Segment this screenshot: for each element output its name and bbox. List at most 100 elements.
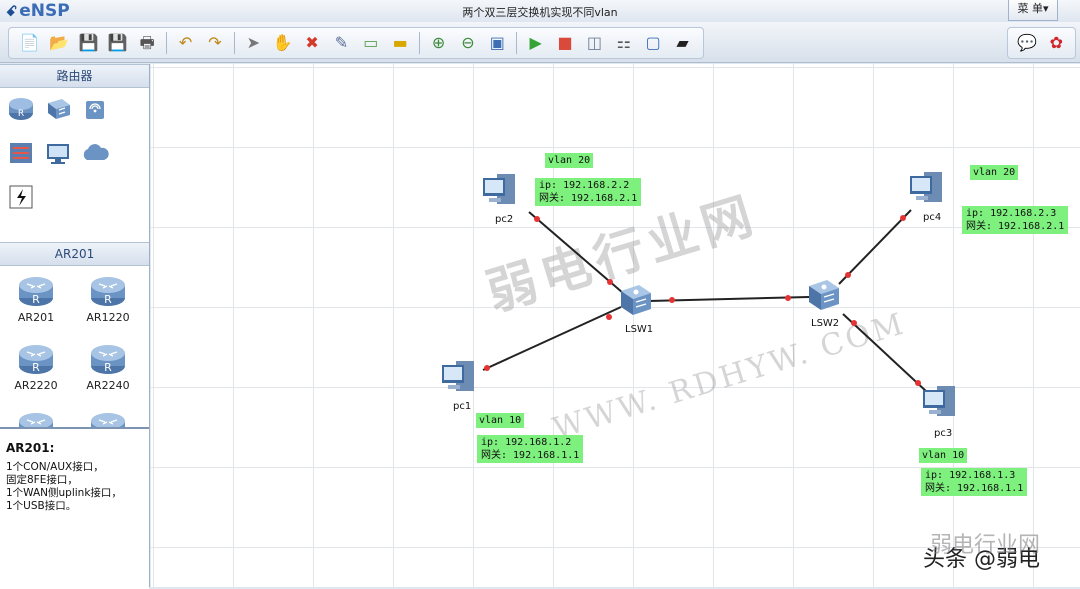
port-dot xyxy=(785,295,791,301)
save-as-icon[interactable]: 💾 xyxy=(106,31,130,55)
connection-category-icon[interactable] xyxy=(6,182,36,212)
pc2-icon[interactable] xyxy=(481,172,525,212)
router-category-icon[interactable]: R xyxy=(6,94,36,124)
port-dot xyxy=(484,365,490,371)
device-label: AR201 xyxy=(17,311,55,324)
stop-icon[interactable]: ■ xyxy=(553,31,577,55)
open-icon[interactable]: 📂 xyxy=(47,31,71,55)
panel-icon[interactable]: ▢ xyxy=(641,31,665,55)
toolbar-separator xyxy=(418,32,420,54)
link-pc1-lsw1[interactable] xyxy=(482,306,622,371)
lsw2-icon[interactable] xyxy=(806,277,842,313)
pc2-ip-text: ip: 192.168.2.2 xyxy=(539,180,630,191)
pc4-label: pc4 xyxy=(923,212,942,223)
undo-icon[interactable]: ↶ xyxy=(174,31,198,55)
firewall-category-icon[interactable] xyxy=(6,138,36,168)
start-icon[interactable]: ▶ xyxy=(524,31,548,55)
fit-icon[interactable]: ▣ xyxy=(485,31,509,55)
device-description: AR201: 1个CON/AUX接口， 固定8FE接口， 1个WAN侧uplin… xyxy=(0,427,149,589)
port-dot xyxy=(607,279,613,285)
device-item[interactable]: R AR2240 xyxy=(72,338,144,406)
toolbar-separator xyxy=(165,32,167,54)
select-icon[interactable]: ➤ xyxy=(241,31,265,55)
port-dot xyxy=(845,272,851,278)
router-icon: R xyxy=(19,277,53,306)
pc2-vlan-tag[interactable]: vlan 20 xyxy=(545,153,594,168)
topology-links xyxy=(482,209,928,393)
toolbar-main-group: 📄 📂 💾 💾 🖶 ↶ ↷ ➤ ✋ ✖ ✎ ▭ ▬ ⊕ ⊖ ▣ ▶ ■ ◫ ⚏ ▢ ▰ xyxy=(8,27,705,59)
router-icon: R xyxy=(91,345,125,374)
pc1-address-tag[interactable]: ip: 192.168.1.2 网关: 192.168.1.1 xyxy=(477,435,584,463)
description-line: 1个USB接口。 xyxy=(6,500,77,512)
lsw2-label: LSW2 xyxy=(811,318,840,329)
capture-icon[interactable]: ◫ xyxy=(582,31,606,55)
pc4-address-tag[interactable]: ip: 192.168.2.3 网关: 192.168.2.1 xyxy=(962,206,1069,234)
pc1-vlan-tag[interactable]: vlan 10 xyxy=(476,413,525,428)
pc4-vlan-tag[interactable]: vlan 20 xyxy=(970,165,1019,180)
pc1-gateway-text: 网关: 192.168.1.1 xyxy=(481,450,580,461)
svg-text:R: R xyxy=(17,109,23,119)
toolbar-separator xyxy=(516,32,517,54)
pc3-ip-text: ip: 192.168.1.3 xyxy=(925,470,1016,481)
pc4-gateway-text: 网关: 192.168.2.1 xyxy=(966,221,1065,232)
lsw1-icon[interactable] xyxy=(618,282,654,318)
delete-icon[interactable]: ✖ xyxy=(300,31,324,55)
device-label: AR1220 xyxy=(86,311,130,324)
print-icon[interactable]: 🖶 xyxy=(135,31,159,55)
device-title: AR201 xyxy=(0,242,149,266)
redo-icon[interactable]: ↷ xyxy=(203,31,227,55)
main-menu-button[interactable]: 菜 单▾ xyxy=(1008,0,1058,21)
hand-icon[interactable]: ✋ xyxy=(271,31,295,55)
pc1-ip-text: ip: 192.168.1.2 xyxy=(481,437,572,448)
switch-category-icon[interactable] xyxy=(43,94,73,124)
pc1-icon[interactable] xyxy=(440,359,484,399)
link-lsw2-pc3[interactable] xyxy=(842,313,928,393)
pc3-icon[interactable] xyxy=(921,384,965,424)
toolbar-right-group: 💬 ✿ xyxy=(1007,27,1076,59)
device-item[interactable]: R AR1220 xyxy=(72,270,144,338)
svg-text:R: R xyxy=(104,293,112,306)
new-topology-icon[interactable]: 📄 xyxy=(18,31,42,55)
pc4-icon[interactable] xyxy=(908,170,952,210)
device-item[interactable]: R AR201 xyxy=(0,270,72,338)
text-icon[interactable]: ▭ xyxy=(359,31,383,55)
device-label: AR2220 xyxy=(14,379,58,392)
svg-text:R: R xyxy=(104,361,112,374)
note-icon[interactable]: ▬ xyxy=(388,31,412,55)
save-icon[interactable]: 💾 xyxy=(76,31,100,55)
pc3-vlan-tag[interactable]: vlan 10 xyxy=(919,448,968,463)
lsw1-label: LSW1 xyxy=(625,324,654,335)
port-dot xyxy=(900,215,906,221)
description-line: 1个CON/AUX接口， xyxy=(6,461,104,473)
description-line: 1个WAN侧uplink接口， xyxy=(6,487,122,499)
topology-canvas[interactable]: 弱电行业网 WWW. RDHYW. COM pc2 pc4 pc1 pc3 LS… xyxy=(151,64,1080,587)
pc3-gateway-text: 网关: 192.168.1.1 xyxy=(925,483,1024,494)
cloud-category-icon[interactable] xyxy=(80,138,110,168)
delete-link-icon[interactable]: ✎ xyxy=(329,31,353,55)
huawei-logo-icon[interactable]: ✿ xyxy=(1044,31,1068,55)
device-item[interactable]: R AR2220 xyxy=(0,338,72,406)
topology-icon[interactable]: ⚏ xyxy=(612,31,636,55)
zoom-out-icon[interactable]: ⊖ xyxy=(456,31,480,55)
wireless-category-icon[interactable] xyxy=(80,94,110,124)
chat-icon[interactable]: 💬 xyxy=(1015,31,1039,55)
zoom-in-icon[interactable]: ⊕ xyxy=(427,31,451,55)
console-icon[interactable]: ▰ xyxy=(671,31,695,55)
pc-category-icon[interactable] xyxy=(43,138,73,168)
pc2-address-tag[interactable]: ip: 192.168.2.2 网关: 192.168.2.1 xyxy=(535,178,642,206)
port-dot xyxy=(534,216,540,222)
toolbar-separator xyxy=(233,32,235,54)
device-label: AR2240 xyxy=(86,379,130,392)
title-bar: ꗃ eNSP 两个双三层交换机实现不同vlan 菜 单▾ xyxy=(0,0,1080,22)
port-dot xyxy=(669,297,675,303)
port-dot xyxy=(851,320,857,326)
window-title: 两个双三层交换机实现不同vlan xyxy=(462,6,618,19)
description-line: 固定8FE接口， xyxy=(6,474,78,486)
footer-watermark: 弱电行业网 头条 @弱电 xyxy=(923,533,1040,573)
svg-text:R: R xyxy=(32,293,40,306)
pc3-address-tag[interactable]: ip: 192.168.1.3 网关: 192.168.1.1 xyxy=(921,468,1028,496)
pc3-label: pc3 xyxy=(934,428,953,439)
router-icon: R xyxy=(19,345,53,374)
footer-ghost-text: 弱电行业网 xyxy=(929,533,1040,558)
router-icon: R xyxy=(91,277,125,306)
